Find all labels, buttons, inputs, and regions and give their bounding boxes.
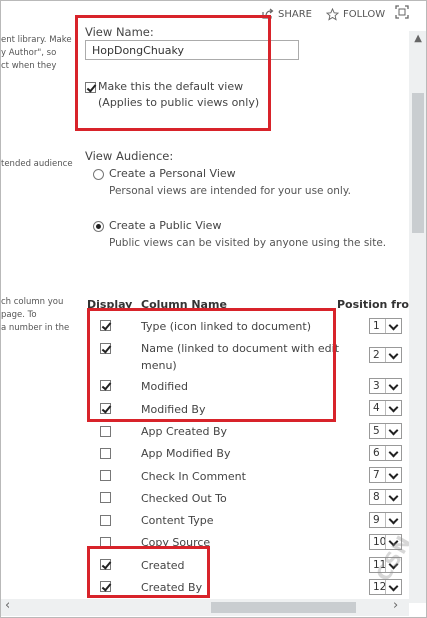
position-select[interactable]: 5	[369, 423, 402, 439]
left-desc-line: ch column you	[1, 297, 64, 307]
left-desc-line: page. To	[1, 310, 37, 320]
chevron-down-icon	[385, 424, 401, 438]
position-column-header: Position fron	[337, 298, 417, 311]
display-checkbox[interactable]	[100, 515, 111, 526]
display-checkbox[interactable]	[100, 470, 111, 481]
position-select[interactable]: 6	[369, 445, 402, 461]
position-value: 7	[373, 469, 380, 481]
position-value: 6	[373, 447, 380, 459]
column-name: App Created By	[141, 425, 228, 438]
position-value: 2	[373, 349, 380, 361]
public-view-radio[interactable]	[93, 221, 104, 232]
personal-view-radio[interactable]	[93, 169, 104, 180]
chevron-down-icon	[385, 379, 401, 393]
follow-button[interactable]: FOLLOW	[325, 7, 386, 21]
column-name: Checked Out To	[141, 492, 227, 505]
scroll-right-icon[interactable]: ›	[393, 598, 398, 613]
vertical-scrollbar[interactable]: ▲	[409, 31, 426, 603]
left-desc-line: a number in the	[1, 323, 70, 333]
position-select[interactable]: 3	[369, 378, 402, 394]
chevron-down-icon	[385, 446, 401, 460]
command-bar: SHARE FOLLOW	[261, 1, 393, 27]
left-desc-line: tended audience	[1, 159, 73, 169]
horizontal-scrollbar[interactable]: ‹ ›	[1, 598, 409, 616]
chevron-down-icon	[385, 348, 401, 362]
position-value: 9	[373, 514, 380, 526]
vertical-scroll-thumb[interactable]	[412, 93, 424, 233]
left-desc-line: ent library. Make	[1, 35, 72, 45]
chevron-down-icon	[385, 468, 401, 482]
column-name: App Modified By	[141, 447, 231, 460]
highlight-columns	[87, 308, 336, 422]
star-icon	[325, 7, 339, 21]
personal-view-desc: Personal views are intended for your use…	[109, 185, 351, 197]
view-settings-page: ent library. Make y Author", so ct when …	[0, 0, 427, 618]
focus-mode-icon[interactable]	[395, 5, 409, 19]
public-view-desc: Public views can be visited by anyone us…	[109, 237, 387, 249]
view-audience-label: View Audience:	[85, 149, 174, 163]
position-value: 8	[373, 491, 380, 503]
chevron-down-icon	[385, 319, 401, 333]
position-select[interactable]: 4	[369, 400, 402, 416]
left-desc-line: y Author", so	[1, 48, 57, 58]
chevron-down-icon	[385, 513, 401, 527]
chevron-down-icon	[385, 401, 401, 415]
public-view-label: Create a Public View	[109, 219, 222, 232]
highlight-created-columns	[87, 546, 210, 598]
column-name: Content Type	[141, 514, 214, 527]
position-value: 5	[373, 425, 380, 437]
highlight-view-name	[75, 15, 271, 131]
position-select[interactable]: 9	[369, 512, 402, 528]
display-checkbox[interactable]	[100, 448, 111, 459]
position-select[interactable]: 1	[369, 318, 402, 334]
left-desc-line: ct when they	[1, 61, 57, 71]
column-name: Check In Comment	[141, 470, 246, 483]
display-checkbox[interactable]	[100, 492, 111, 503]
position-select[interactable]: 7	[369, 467, 402, 483]
position-select[interactable]: 8	[369, 489, 402, 505]
position-value: 3	[373, 380, 380, 392]
scroll-up-icon[interactable]: ▲	[414, 33, 422, 44]
position-value: 1	[373, 320, 380, 332]
share-label: SHARE	[278, 8, 312, 20]
display-checkbox[interactable]	[100, 426, 111, 437]
position-select[interactable]: 2	[369, 347, 402, 363]
horizontal-scroll-thumb[interactable]	[211, 602, 356, 613]
chevron-down-icon	[385, 490, 401, 504]
personal-view-label: Create a Personal View	[109, 167, 236, 180]
scroll-left-icon[interactable]: ‹	[5, 598, 10, 613]
position-value: 4	[373, 402, 380, 414]
follow-label: FOLLOW	[342, 8, 386, 20]
